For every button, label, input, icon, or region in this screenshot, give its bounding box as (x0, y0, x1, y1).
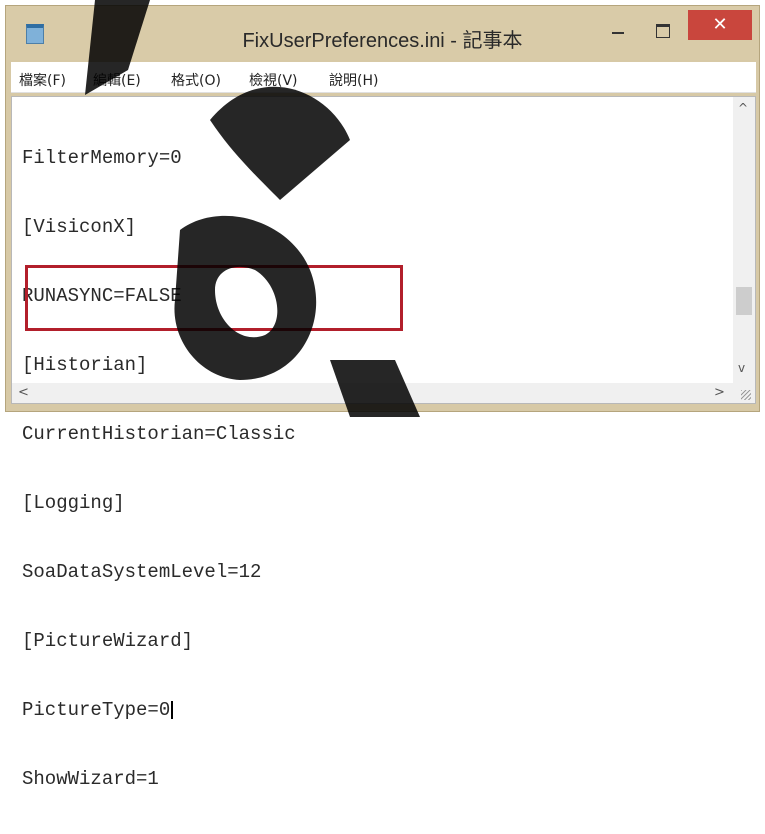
close-button[interactable]: ✕ (688, 10, 752, 40)
text-line: [Historian] (22, 354, 148, 376)
resize-grip-icon[interactable] (741, 390, 751, 400)
menu-edit[interactable]: 編輯(E) (93, 70, 141, 90)
text-caret (171, 700, 174, 719)
text-editor[interactable]: FilterMemory=0 [VisiconX] RUNASYNC=FALSE… (11, 96, 756, 790)
menu-help[interactable]: 說明(H) (329, 70, 378, 90)
window-title: FixUserPreferences.ini - 記事本 (242, 30, 523, 52)
text-line: SoaDataSystemLevel=12 (22, 561, 262, 583)
resize-corner[interactable] (733, 383, 755, 403)
text-line: CurrentHistorian=Classic (22, 423, 296, 445)
text-line: [Logging] (22, 492, 125, 514)
menu-bar: 檔案(F) 編輯(E) 格式(O) 檢視(V) 說明(H) (11, 62, 756, 93)
scroll-down-arrow-icon[interactable]: v (738, 361, 745, 375)
highlight-annotation-box (25, 265, 403, 331)
text-line: ShowWizard=1 (22, 768, 159, 790)
maximize-button[interactable] (651, 20, 675, 40)
minimize-button[interactable] (606, 20, 630, 40)
menu-file[interactable]: 檔案(F) (19, 70, 66, 90)
text-line-with-caret: PictureType=0 (22, 699, 734, 722)
text-line: [VisiconX] (22, 216, 137, 238)
scroll-right-arrow-icon[interactable]: > (714, 385, 725, 400)
horizontal-scrollbar[interactable]: < > (12, 383, 735, 403)
scroll-left-arrow-icon[interactable]: < (18, 385, 29, 400)
text-line: PictureType=0 (22, 699, 171, 721)
title-bar[interactable]: FixUserPreferences.ini - 記事本 ✕ (6, 6, 759, 60)
menu-view[interactable]: 檢視(V) (249, 70, 298, 90)
text-line: FilterMemory=0 (22, 147, 182, 169)
notepad-window: FixUserPreferences.ini - 記事本 ✕ 檔案(F) 編輯(… (5, 5, 760, 790)
vertical-scroll-thumb[interactable] (736, 287, 752, 315)
text-content[interactable]: FilterMemory=0 [VisiconX] RUNASYNC=FALSE… (22, 101, 734, 790)
vertical-scrollbar[interactable]: ^ v (733, 97, 755, 383)
menu-format[interactable]: 格式(O) (171, 70, 221, 90)
scroll-up-arrow-icon[interactable]: ^ (738, 101, 748, 115)
text-line: [PictureWizard] (22, 630, 194, 652)
